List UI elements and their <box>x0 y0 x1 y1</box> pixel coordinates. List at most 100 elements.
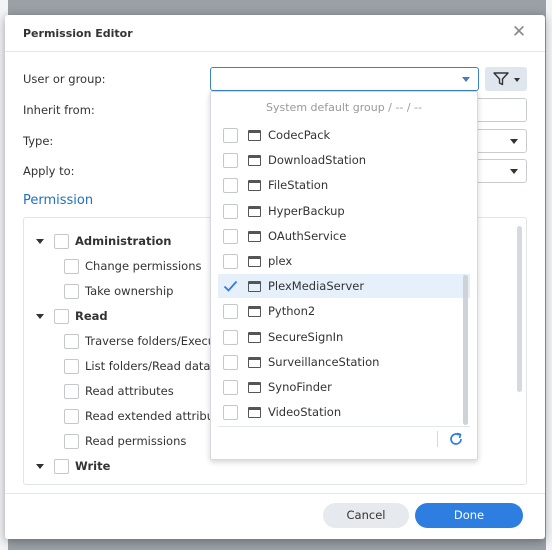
permission-checkbox[interactable] <box>64 283 79 299</box>
chevron-down-icon <box>462 77 470 82</box>
window-icon <box>248 255 261 267</box>
permission-checkbox[interactable] <box>64 358 79 374</box>
dropdown-item[interactable]: SurveillanceStation <box>218 350 470 374</box>
permission-row[interactable]: Read permissions <box>64 432 186 450</box>
expand-toggle-icon[interactable] <box>36 238 44 244</box>
dropdown-item[interactable]: SecureSignIn <box>218 325 470 349</box>
item-checkbox[interactable] <box>223 152 238 168</box>
permission-row[interactable]: Read extended attributes <box>64 407 232 425</box>
cancel-button[interactable]: Cancel <box>323 503 409 528</box>
window-icon <box>248 331 261 343</box>
permission-label: Read permissions <box>85 434 187 448</box>
permission-label: Write <box>75 459 111 473</box>
expand-toggle-icon[interactable] <box>36 463 44 469</box>
permission-row[interactable]: Take ownership <box>64 282 173 300</box>
permission-group-row[interactable]: Read <box>36 307 108 325</box>
window-icon <box>248 230 261 242</box>
permission-label: Read <box>75 309 108 323</box>
item-checkbox[interactable] <box>223 253 238 269</box>
window-icon <box>248 381 261 393</box>
permission-label: Change permissions <box>85 259 202 273</box>
divider <box>437 431 438 447</box>
dialog-header: Permission Editor ✕ <box>5 15 545 52</box>
item-checkbox[interactable] <box>223 203 238 219</box>
dropdown-group-header: System default group / -- / -- <box>266 101 422 114</box>
dropdown-item-label: plex <box>268 254 293 268</box>
dropdown-item[interactable]: SynoFinder <box>218 375 470 399</box>
dropdown-item-label: CodecPack <box>268 128 331 142</box>
permission-checkbox[interactable] <box>54 308 69 324</box>
permission-group-row[interactable]: Write <box>36 457 110 475</box>
dropdown-item-label: SynoFinder <box>268 380 332 394</box>
permission-label: List folders/Read data <box>85 359 211 373</box>
dropdown-item[interactable]: FileStation <box>218 173 470 197</box>
window-icon <box>248 154 261 166</box>
permission-scrollbar[interactable] <box>517 226 522 392</box>
item-checkbox[interactable] <box>223 228 238 244</box>
permission-checkbox[interactable] <box>64 408 79 424</box>
dropdown-toolbar <box>218 426 470 452</box>
window-icon <box>248 205 261 217</box>
type-label: Type: <box>23 134 54 148</box>
permission-checkbox[interactable] <box>64 433 79 449</box>
item-checkbox[interactable] <box>223 127 238 143</box>
close-icon[interactable]: ✕ <box>511 24 527 41</box>
dropdown-item-label: SecureSignIn <box>268 330 344 344</box>
dropdown-scrollbar[interactable] <box>463 275 468 425</box>
dropdown-item[interactable]: Python2 <box>218 299 470 323</box>
item-checkbox[interactable] <box>223 379 238 395</box>
filter-button[interactable] <box>485 67 527 91</box>
dropdown-item-label: PlexMediaServer <box>268 279 365 293</box>
done-button[interactable]: Done <box>415 503 523 528</box>
dropdown-item[interactable]: DownloadStation <box>218 148 470 172</box>
dropdown-item-label: SurveillanceStation <box>268 355 380 369</box>
apply-to-label: Apply to: <box>23 164 75 178</box>
permission-section-title: Permission <box>23 193 94 208</box>
item-checkbox[interactable] <box>223 404 238 420</box>
permission-row[interactable]: Read attributes <box>64 382 174 400</box>
permission-checkbox[interactable] <box>64 333 79 349</box>
user-or-group-select[interactable] <box>210 67 479 91</box>
permission-row[interactable]: Change permissions <box>64 257 201 275</box>
expand-toggle-icon[interactable] <box>36 313 44 319</box>
window-icon <box>248 406 261 418</box>
window-icon <box>248 356 261 368</box>
item-checkbox[interactable] <box>223 329 238 345</box>
dropdown-item-selected[interactable]: PlexMediaServer <box>218 274 470 298</box>
dropdown-item-label: HyperBackup <box>268 204 345 218</box>
permission-checkbox[interactable] <box>54 233 69 249</box>
check-icon[interactable] <box>223 279 238 294</box>
item-checkbox[interactable] <box>223 354 238 370</box>
dropdown-item[interactable]: OAuthService <box>218 224 470 248</box>
dropdown-item-label: DownloadStation <box>268 153 367 167</box>
window-icon <box>248 305 261 317</box>
permission-label: Read attributes <box>85 384 174 398</box>
permission-checkbox[interactable] <box>64 258 79 274</box>
window-icon <box>248 280 261 292</box>
dropdown-item-label: VideoStation <box>268 405 342 419</box>
user-or-group-label: User or group: <box>23 72 106 86</box>
permission-label: Administration <box>75 234 172 248</box>
permission-checkbox[interactable] <box>54 458 69 474</box>
refresh-icon[interactable] <box>448 431 464 447</box>
chevron-down-icon <box>514 78 520 82</box>
dialog-title: Permission Editor <box>23 27 133 40</box>
permission-checkbox[interactable] <box>64 383 79 399</box>
dropdown-item[interactable]: VideoStation <box>218 400 470 424</box>
permission-group-row[interactable]: Administration <box>36 232 172 250</box>
background-app-right <box>546 0 552 550</box>
chevron-down-icon <box>510 139 518 144</box>
permission-row[interactable]: List folders/Read data <box>64 357 210 375</box>
dropdown-item[interactable]: CodecPack <box>218 123 470 147</box>
dropdown-item[interactable]: plex <box>218 249 470 273</box>
dropdown-item[interactable]: HyperBackup <box>218 199 470 223</box>
inherit-from-label: Inherit from: <box>23 103 95 117</box>
dropdown-item-label: Python2 <box>268 304 316 318</box>
user-group-dropdown: System default group / -- / -- CodecPack… <box>210 91 478 460</box>
filter-icon <box>493 72 509 86</box>
item-checkbox[interactable] <box>223 177 238 193</box>
window-icon <box>248 129 261 141</box>
dialog-footer: Cancel Done <box>5 493 545 539</box>
item-checkbox[interactable] <box>223 303 238 319</box>
dropdown-item-label: OAuthService <box>268 229 347 243</box>
